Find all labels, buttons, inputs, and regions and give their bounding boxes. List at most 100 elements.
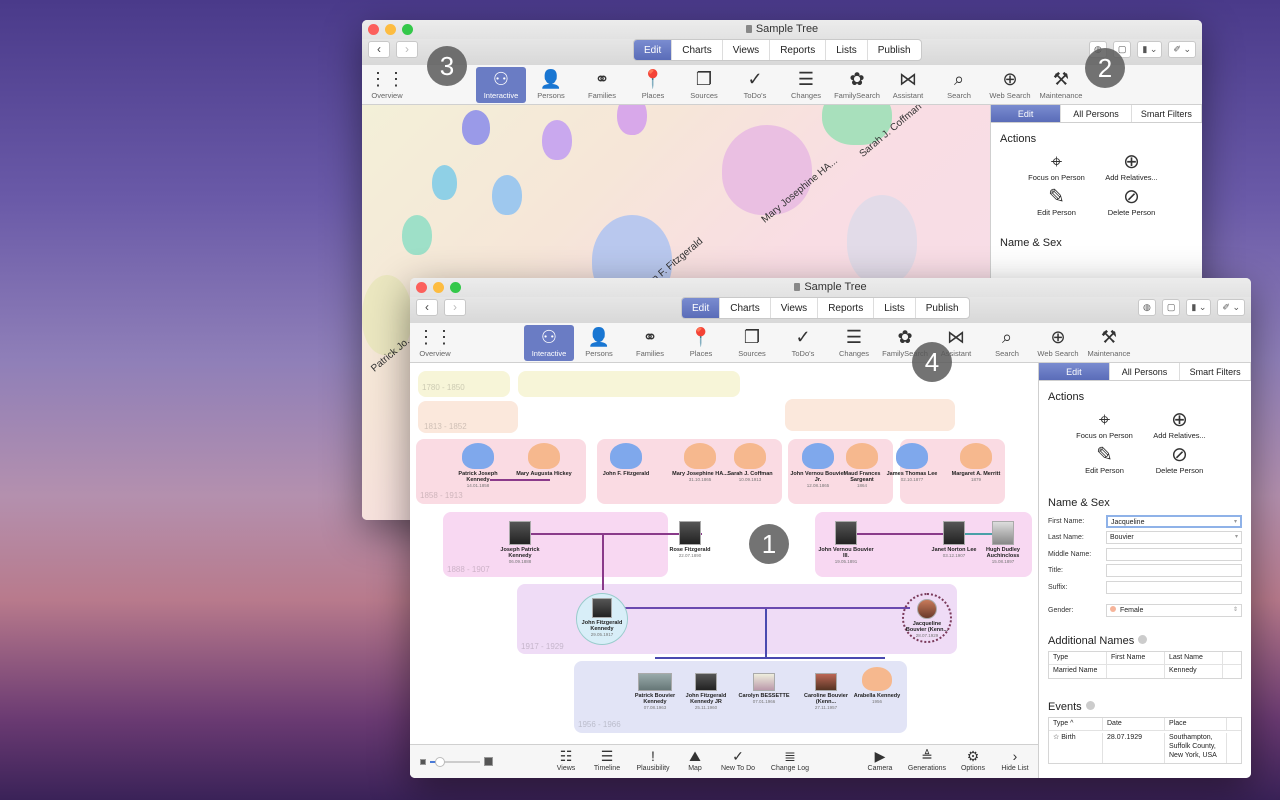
person-figure[interactable] xyxy=(462,110,490,145)
zoom-slider[interactable] xyxy=(420,756,493,767)
sidebar-tab-smart-filters[interactable]: Smart Filters xyxy=(1180,363,1251,380)
tab-charts[interactable]: Charts xyxy=(720,298,771,318)
person-figure[interactable] xyxy=(432,165,457,200)
focus-on-person-button[interactable]: ⌖ Focus on Person xyxy=(1067,409,1142,440)
first-name-field[interactable]: Jacqueline ▾ xyxy=(1106,514,1242,528)
toolbar-persons[interactable]: 👤 Persons xyxy=(574,325,624,359)
middle-name-field[interactable] xyxy=(1106,547,1242,561)
tab-edit[interactable]: Edit xyxy=(682,298,721,318)
toolbar-sources[interactable]: ❐ Sources xyxy=(679,67,729,101)
tab-edit[interactable]: Edit xyxy=(634,40,673,60)
toolbar-families[interactable]: ⚭ Families xyxy=(577,67,627,101)
toolbar-interactive[interactable]: ⚇ Interactive xyxy=(524,325,574,361)
toolbar-changes[interactable]: ☰ Changes xyxy=(829,325,879,359)
tab-views[interactable]: Views xyxy=(771,298,819,318)
tab-charts[interactable]: Charts xyxy=(672,40,723,60)
toolbar-todos[interactable]: ✓ ToDo's xyxy=(730,67,780,101)
person-node[interactable]: Arabella Kennedy 1956 xyxy=(849,667,905,704)
plausibility-button[interactable]: ! Plausibility xyxy=(631,747,675,772)
toolbar-web-search[interactable]: ⊕ Web Search xyxy=(985,67,1035,101)
options-button[interactable]: ⚙ Options xyxy=(951,747,995,772)
toolbar-maintenance[interactable]: ⚒ Maintenance xyxy=(1036,67,1086,101)
person-figure[interactable] xyxy=(847,195,917,285)
sidebar-tab-smart-filters[interactable]: Smart Filters xyxy=(1132,105,1202,122)
slider-knob[interactable] xyxy=(435,756,445,767)
person-node[interactable]: John Fitzgerald Kennedy JR 25.11.1960 xyxy=(678,673,734,710)
toolbar-overview[interactable]: ⋮⋮ Overview xyxy=(362,67,412,101)
toolbar-interactive[interactable]: ⚇ Interactive xyxy=(476,67,526,103)
person-node[interactable]: Janet Norton Lee 03.12.1907 xyxy=(926,521,982,558)
gender-select[interactable]: Female ⇕ xyxy=(1106,604,1242,618)
toolbar-search[interactable]: ⌕ Search xyxy=(934,67,984,101)
toolbar-places[interactable]: 📍 Places xyxy=(628,67,678,101)
toolbar-web-search[interactable]: ⊕ Web Search xyxy=(1033,325,1083,359)
person-figure[interactable] xyxy=(617,105,647,135)
tag-menu-button[interactable]: ✐ ⌄ xyxy=(1168,41,1196,58)
views-button[interactable]: ☷ Views xyxy=(544,747,588,772)
change-log-button[interactable]: ≣ Change Log xyxy=(768,747,812,772)
person-node[interactable]: Patrick Bouvier Kennedy 07.08.1963 xyxy=(627,673,683,710)
back-button[interactable]: ‹ xyxy=(368,41,390,58)
person-node[interactable]: Carolyn BESSETTE 07.01.1966 xyxy=(736,673,792,704)
person-node[interactable]: John F. Fitzgerald xyxy=(598,443,654,477)
person-node[interactable]: Margaret A. Merritt 1879 xyxy=(948,443,1004,482)
add-relatives-button[interactable]: ⊕ Add Relatives... xyxy=(1094,151,1169,182)
toolbar-maintenance[interactable]: ⚒ Maintenance xyxy=(1084,325,1134,359)
minimize-button[interactable] xyxy=(385,24,396,35)
tab-publish[interactable]: Publish xyxy=(916,298,969,318)
delete-person-button[interactable]: ⊘ Delete Person xyxy=(1094,186,1169,217)
tag-menu-button[interactable]: ✐ ⌄ xyxy=(1217,299,1245,316)
toolbar-places[interactable]: 📍 Places xyxy=(676,325,726,359)
person-node[interactable]: Maud Frances Sargeant 1864 xyxy=(834,443,890,488)
close-button[interactable] xyxy=(368,24,379,35)
delete-person-button[interactable]: ⊘ Delete Person xyxy=(1142,444,1217,475)
sidebar-toggle-button[interactable]: ▢ xyxy=(1161,299,1181,316)
person-node[interactable]: Mary Augusta Hickey xyxy=(516,443,572,477)
info-badge[interactable] xyxy=(1138,635,1148,644)
person-node[interactable]: Hugh Dudley Auchincloss 15.08.1897 xyxy=(975,521,1031,564)
tab-views[interactable]: Views xyxy=(723,40,771,60)
person-node[interactable]: Mary Josephine HA... 31.10.1865 xyxy=(672,443,728,482)
sidebar-tab-edit[interactable]: Edit xyxy=(1039,363,1110,380)
tab-reports[interactable]: Reports xyxy=(818,298,875,318)
forward-button[interactable]: › xyxy=(396,41,418,58)
forward-button[interactable]: › xyxy=(444,299,466,316)
person-figure[interactable] xyxy=(542,120,572,160)
person-node[interactable]: James Thomas Lee 02.10.1877 xyxy=(884,443,940,482)
timeline-button[interactable]: ☰ Timeline xyxy=(585,747,629,772)
person-node[interactable]: Joseph Patrick Kennedy 06.09.1888 xyxy=(492,521,548,564)
bookmark-menu-button[interactable]: ▮ ⌄ xyxy=(1186,299,1212,316)
toolbar-todos[interactable]: ✓ ToDo's xyxy=(778,325,828,359)
zoom-button[interactable] xyxy=(450,282,461,293)
title-field[interactable] xyxy=(1106,564,1242,578)
person-node[interactable]: Patrick Joseph Kennedy 14.01.1858 xyxy=(450,443,506,488)
person-figure[interactable] xyxy=(492,175,522,215)
toolbar-assistant[interactable]: ⋈ Assistant xyxy=(883,67,933,101)
focus-on-person-button[interactable]: ⌖ Focus on Person xyxy=(1019,151,1094,182)
toolbar-familysearch[interactable]: ✿ FamilySearch xyxy=(832,67,882,101)
generations-button[interactable]: ≜ Generations xyxy=(905,747,949,772)
zoom-button[interactable] xyxy=(402,24,413,35)
tab-lists[interactable]: Lists xyxy=(874,298,916,318)
person-node[interactable]: Caroline Bouvier (Kenn... 27.11.1957 xyxy=(798,673,854,710)
person-node-focused[interactable]: Jacqueline Bouvier (Kenn... 28.07.1929 xyxy=(902,593,954,643)
new-todo-button[interactable]: ✓ New To Do xyxy=(716,747,760,772)
toolbar-changes[interactable]: ☰ Changes xyxy=(781,67,831,101)
suffix-field[interactable] xyxy=(1106,580,1242,594)
sidebar-tab-all-persons[interactable]: All Persons xyxy=(1061,105,1132,122)
person-node[interactable]: Sarah J. Coffman 10.09.1913 xyxy=(722,443,778,482)
person-figure[interactable] xyxy=(722,125,812,215)
toolbar-persons[interactable]: 👤 Persons xyxy=(526,67,576,101)
table-row[interactable]: Married Name Kennedy xyxy=(1049,665,1241,678)
tab-reports[interactable]: Reports xyxy=(770,40,827,60)
table-row[interactable]: ☆ Birth 28.07.1929 Southampton, Suffolk … xyxy=(1049,731,1241,763)
add-relatives-button[interactable]: ⊕ Add Relatives... xyxy=(1142,409,1217,440)
hide-list-button[interactable]: › Hide List xyxy=(993,747,1037,772)
web-search-tool-button[interactable]: ◍ xyxy=(1138,299,1156,316)
tab-lists[interactable]: Lists xyxy=(826,40,868,60)
person-figure[interactable] xyxy=(402,215,432,255)
person-node-selected[interactable]: John Fitzgerald Kennedy 29.05.1917 xyxy=(576,593,628,645)
toolbar-families[interactable]: ⚭ Families xyxy=(625,325,675,359)
edit-person-button[interactable]: ✎ Edit Person xyxy=(1067,444,1142,475)
info-badge[interactable] xyxy=(1085,701,1095,710)
